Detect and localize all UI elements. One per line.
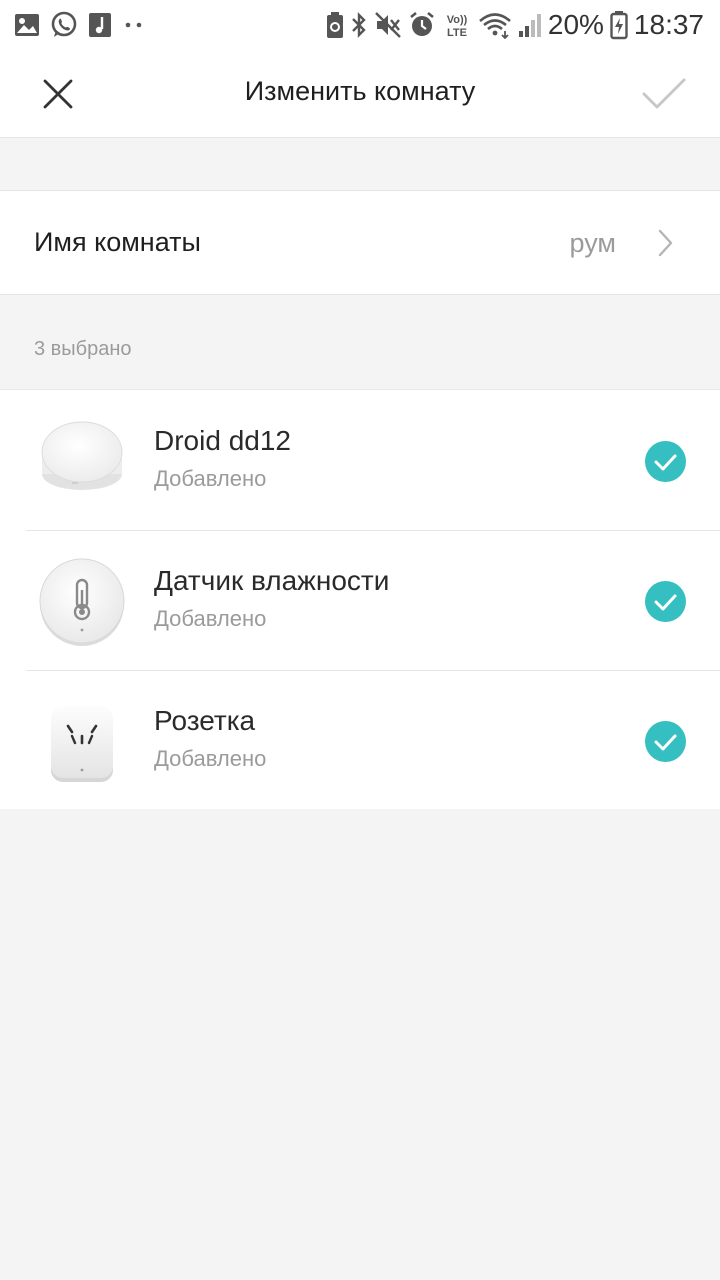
device-status: Добавлено [154,746,267,771]
socket-icon [51,706,113,782]
volte-icon: Vo)) LTE [447,14,468,39]
battery-icon [610,11,628,40]
device-status: Добавлено [154,466,267,491]
music-icon [89,13,111,37]
whatsapp-icon [51,11,77,37]
chevron-right-icon [658,229,673,257]
device-item-socket[interactable]: Розетка Добавлено [0,670,720,810]
selected-check-icon[interactable] [645,721,686,762]
device-list: Droid dd12 Добавлено Датчик влажности До… [0,389,720,809]
alarm-icon [410,11,434,36]
device-name: Розетка [154,705,256,736]
status-bar: Vo)) LTE 20% 18:37 [0,0,720,50]
gallery-icon [15,14,39,36]
device-status: Добавлено [154,606,267,631]
signal-icon [518,14,541,37]
device-item-gateway[interactable]: Droid dd12 Добавлено [0,390,720,530]
page-title: Изменить комнату [244,76,476,106]
gateway-icon [41,421,123,490]
svg-text:LTE: LTE [447,27,467,39]
checkmark-icon [642,78,686,109]
room-name-row[interactable]: Имя комнаты рум [0,190,720,295]
wifi-icon [479,13,511,39]
selected-count-label: 3 выбрано [34,338,132,360]
device-name: Droid dd12 [154,425,291,456]
selected-check-icon[interactable] [645,581,686,622]
bluetooth-icon [352,12,366,38]
app-bar: Изменить комнату [0,50,720,138]
mute-icon [375,12,401,38]
more-dots-icon [125,22,142,28]
battery-saver-icon [326,12,343,38]
clock: 18:37 [633,9,704,40]
device-name: Датчик влажности [154,565,390,596]
confirm-button[interactable] [634,66,694,122]
selected-check-icon[interactable] [645,441,686,482]
room-name-label: Имя комнаты [34,227,201,257]
device-item-humidity-sensor[interactable]: Датчик влажности Добавлено [0,530,720,670]
battery-percent: 20% [547,9,604,40]
humidity-sensor-icon [39,558,125,646]
svg-text:Vo)): Vo)) [447,14,468,26]
room-name-value: рум [569,228,616,258]
